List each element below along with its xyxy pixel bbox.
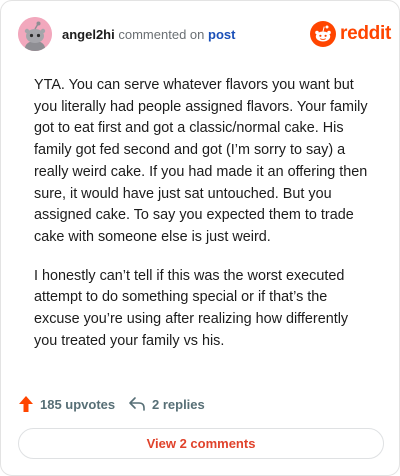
reply-button[interactable]: 2 replies bbox=[128, 393, 205, 415]
snoo-avatar-icon[interactable] bbox=[18, 17, 52, 51]
upvotes-count: 185 upvotes bbox=[40, 396, 116, 412]
comment-paragraph: I honestly can’t tell if this was the wo… bbox=[34, 267, 349, 349]
upvote-button[interactable]: 185 upvotes bbox=[18, 393, 115, 415]
reddit-logo-icon bbox=[310, 21, 336, 47]
reddit-wordmark: reddit bbox=[340, 23, 391, 44]
byline: angel2hi commented on post bbox=[62, 27, 235, 43]
upvote-arrow-icon bbox=[19, 396, 33, 412]
reply-arrow-icon bbox=[129, 397, 145, 411]
replies-count: 2 replies bbox=[152, 396, 205, 412]
reddit-brand[interactable]: reddit bbox=[310, 19, 391, 49]
comment-paragraph: YTA. You can serve whatever flavors you … bbox=[34, 77, 368, 245]
action-bar: 185 upvotes 2 replies bbox=[18, 393, 384, 415]
comment-card: angel2hi commented on post reddit YTA. Y… bbox=[0, 0, 400, 476]
action-text: commented on bbox=[118, 27, 205, 42]
comment-body: YTA. You can serve whatever flavors you … bbox=[34, 75, 374, 369]
username-link[interactable]: angel2hi bbox=[62, 27, 115, 42]
comment-header: angel2hi commented on post reddit bbox=[18, 17, 391, 53]
post-link[interactable]: post bbox=[208, 27, 235, 42]
view-comments-button[interactable]: View 2 comments bbox=[18, 428, 384, 459]
